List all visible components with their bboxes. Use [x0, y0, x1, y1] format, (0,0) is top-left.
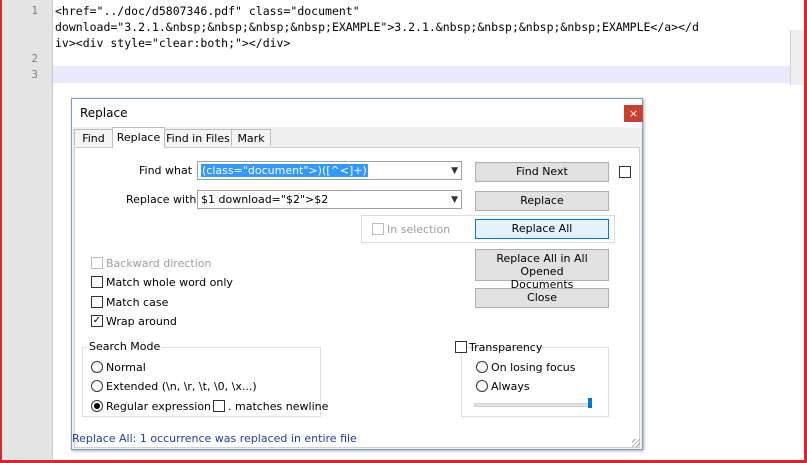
- backward-direction-label: Backward direction: [106, 257, 212, 270]
- close-button[interactable]: Close: [475, 288, 609, 308]
- normal-label: Normal: [106, 361, 146, 374]
- match-case-label: Match case: [106, 296, 169, 309]
- on-losing-focus-label: On losing focus: [491, 361, 576, 374]
- find-what-label: Find what :: [139, 164, 200, 177]
- match-whole-word-label: Match whole word only: [106, 276, 233, 289]
- replace-button[interactable]: Replace: [475, 191, 609, 211]
- close-icon[interactable]: ×: [624, 105, 643, 122]
- line-number-gutter: 1 2 3: [2, 0, 53, 460]
- extended-radio[interactable]: [91, 380, 103, 392]
- replace-with-label: Replace with :: [126, 193, 204, 206]
- replace-with-combo[interactable]: $1 download="$2">$2 ▼: [197, 190, 462, 209]
- always-radio[interactable]: [476, 380, 488, 392]
- find-next-button[interactable]: Find Next: [475, 162, 609, 182]
- backward-direction-checkbox[interactable]: [91, 257, 103, 269]
- regex-radio[interactable]: [91, 400, 103, 412]
- chevron-down-icon[interactable]: ▼: [451, 192, 458, 209]
- always-label: Always: [491, 380, 530, 393]
- tab-replace[interactable]: Replace: [112, 127, 165, 148]
- regex-label: Regular expression: [106, 400, 212, 413]
- wrap-around-checkbox[interactable]: ✓: [91, 315, 103, 327]
- on-losing-focus-radio[interactable]: [476, 361, 488, 373]
- replace-all-in-opened-button[interactable]: Replace All in All Opened Documents: [475, 249, 609, 291]
- match-case-checkbox[interactable]: [91, 296, 103, 308]
- button-label-line: Replace All in All Opened: [496, 252, 588, 278]
- search-mode-title: Search Mode: [87, 340, 163, 353]
- red-border: [0, 0, 2, 463]
- status-message: Replace All: 1 occurrence was replaced i…: [72, 432, 357, 445]
- transparency-checkbox[interactable]: [455, 341, 467, 353]
- tab-find[interactable]: Find: [74, 129, 113, 146]
- match-whole-word-checkbox[interactable]: [91, 276, 103, 288]
- current-line-highlight: [53, 66, 804, 83]
- extended-label: Extended (\n, \r, \t, \0, \x...): [106, 380, 257, 393]
- code-line[interactable]: <href="../doc/d5807346.pdf" class="docum…: [55, 4, 360, 18]
- tab-mark[interactable]: Mark: [231, 129, 271, 146]
- replace-all-button[interactable]: Replace All: [475, 219, 609, 239]
- replace-with-value[interactable]: $1 download="$2">$2: [201, 191, 328, 208]
- code-line[interactable]: iv><div style="clear:both;"></div>: [55, 36, 290, 50]
- find-what-value[interactable]: (class="document">)([^<]+): [201, 164, 368, 177]
- wrap-around-label: Wrap around: [106, 315, 177, 328]
- code-line[interactable]: download="3.2.1.&nbsp;&nbsp;&nbsp;&nbsp;…: [55, 20, 699, 34]
- in-selection-label: In selection: [387, 223, 451, 236]
- transparency-label: Transparency: [469, 341, 543, 354]
- chevron-down-icon[interactable]: ▼: [451, 163, 458, 180]
- in-selection-checkbox[interactable]: [372, 223, 384, 235]
- line-number: 3: [31, 68, 38, 81]
- resize-grip-icon[interactable]: [632, 439, 640, 447]
- tab-find-in-files[interactable]: Find in Files: [164, 129, 232, 146]
- normal-radio[interactable]: [91, 361, 103, 373]
- line-number: 1: [31, 4, 38, 17]
- find-what-combo[interactable]: (class="document">)([^<]+) ▼: [197, 161, 462, 180]
- matches-newline-checkbox[interactable]: [213, 400, 225, 412]
- line-number: 2: [31, 52, 38, 65]
- radio-selected-dot: [94, 403, 100, 409]
- dialog-titlebar[interactable]: Replace ×: [72, 99, 643, 127]
- extra-checkbox[interactable]: [619, 166, 631, 178]
- dialog-title: Replace: [80, 106, 128, 120]
- matches-newline-label: . matches newline: [228, 400, 329, 413]
- transparency-slider-track[interactable]: [474, 403, 592, 407]
- replace-dialog: Replace × Find Replace Find in Files Mar…: [71, 98, 643, 450]
- transparency-slider-thumb[interactable]: [588, 398, 592, 408]
- editor-scrollbar[interactable]: [790, 30, 805, 85]
- tab-strip: Find Replace Find in Files Mark: [72, 127, 642, 148]
